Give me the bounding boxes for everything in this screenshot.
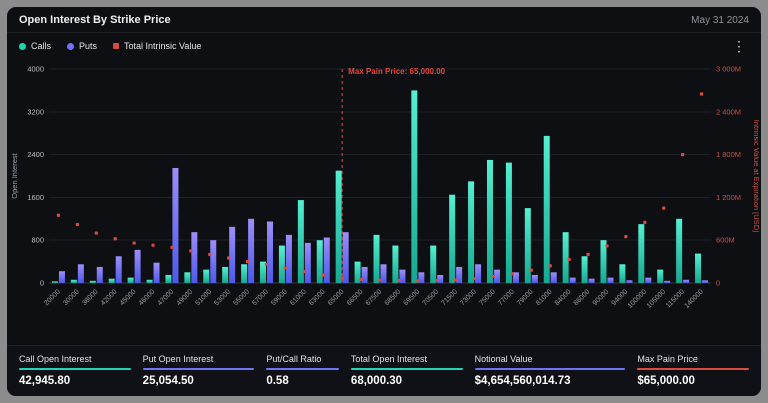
puts-bars bbox=[59, 168, 708, 283]
svg-text:84000: 84000 bbox=[554, 288, 573, 307]
svg-text:75000: 75000 bbox=[478, 288, 497, 307]
right-axis-title: Intrinsic Value at Expiration [USD] bbox=[752, 120, 759, 232]
svg-text:2400: 2400 bbox=[27, 150, 44, 159]
options-open-interest-card: Open Interest By Strike Price May 31 202… bbox=[7, 7, 761, 396]
legend-puts-label: Puts bbox=[79, 41, 97, 51]
svg-text:55000: 55000 bbox=[232, 288, 251, 307]
chart-title: Open Interest By Strike Price bbox=[19, 14, 171, 26]
stat-label: Total Open Interest bbox=[351, 354, 463, 364]
svg-text:69500: 69500 bbox=[403, 288, 422, 307]
stat-underline bbox=[266, 368, 339, 370]
svg-text:86000: 86000 bbox=[573, 288, 592, 307]
svg-text:81000: 81000 bbox=[535, 288, 554, 307]
stat-value: 42,945.80 bbox=[19, 375, 131, 387]
svg-text:800: 800 bbox=[31, 236, 44, 245]
stat-put-call-ratio: Put/Call Ratio 0.58 bbox=[266, 354, 339, 387]
stat-max-pain-price: Max Pain Price $65,000.00 bbox=[637, 354, 749, 387]
stat-underline bbox=[19, 368, 131, 370]
stat-label: Notional Value bbox=[475, 354, 626, 364]
stat-value: $65,000.00 bbox=[637, 375, 749, 387]
stat-label: Put/Call Ratio bbox=[266, 354, 339, 364]
legend-item-calls[interactable]: Calls bbox=[19, 41, 51, 51]
stat-notional-value: Notional Value $4,654,560,014.73 bbox=[475, 354, 626, 387]
stat-value: 0.58 bbox=[266, 375, 339, 387]
calls-bars bbox=[52, 90, 701, 283]
svg-text:38000: 38000 bbox=[81, 288, 100, 307]
stat-underline bbox=[637, 368, 749, 370]
stat-total-open-interest: Total Open Interest 68,000.30 bbox=[351, 354, 463, 387]
page-background: Open Interest By Strike Price May 31 202… bbox=[0, 0, 768, 403]
svg-text:57000: 57000 bbox=[251, 288, 270, 307]
stat-value: $4,654,560,014.73 bbox=[475, 375, 626, 387]
card-header: Open Interest By Strike Price May 31 202… bbox=[7, 7, 761, 33]
svg-text:1600: 1600 bbox=[27, 193, 44, 202]
svg-text:49000: 49000 bbox=[176, 288, 195, 307]
svg-text:51000: 51000 bbox=[194, 288, 213, 307]
svg-text:1 200M: 1 200M bbox=[716, 193, 741, 202]
chart-canvas: 0 0 800 600M 1600 1 200M 2400 1 800M 3200 2 400M 4… bbox=[9, 53, 759, 333]
intrinsic-value-color-dot-icon bbox=[113, 43, 119, 49]
svg-text:67500: 67500 bbox=[365, 288, 384, 307]
svg-text:2 400M: 2 400M bbox=[716, 107, 741, 116]
legend-item-intrinsic-value[interactable]: Total Intrinsic Value bbox=[113, 41, 201, 51]
left-axis-title: Open Interest bbox=[10, 152, 19, 198]
stat-label: Put Open Interest bbox=[143, 354, 255, 364]
stat-underline bbox=[351, 368, 463, 370]
x-axis-labels: 2000030000380004200045000460004700049000… bbox=[43, 288, 705, 310]
legend: Calls Puts Total Intrinsic Value bbox=[19, 41, 201, 51]
stat-value: 25,054.50 bbox=[143, 375, 255, 387]
stats-bar: Call Open Interest 42,945.80 Put Open In… bbox=[7, 345, 761, 396]
grid-lines: 0 0 800 600M 1600 1 200M 2400 1 800M 3200 2 400M 4… bbox=[27, 65, 741, 288]
svg-text:65000: 65000 bbox=[327, 288, 346, 307]
svg-text:0: 0 bbox=[40, 279, 44, 288]
stat-label: Max Pain Price bbox=[637, 354, 749, 364]
stat-call-open-interest: Call Open Interest 42,945.80 bbox=[19, 354, 131, 387]
stat-underline bbox=[475, 368, 626, 370]
svg-text:3200: 3200 bbox=[27, 107, 44, 116]
legend-calls-label: Calls bbox=[31, 41, 51, 51]
svg-text:79000: 79000 bbox=[516, 288, 535, 307]
svg-text:47000: 47000 bbox=[157, 288, 176, 307]
svg-text:115000: 115000 bbox=[665, 288, 686, 309]
legend-intrinsic-value-label: Total Intrinsic Value bbox=[124, 41, 201, 51]
svg-text:140000: 140000 bbox=[683, 288, 705, 310]
svg-text:68500: 68500 bbox=[384, 288, 403, 307]
expiry-date-label: May 31 2024 bbox=[691, 15, 749, 26]
svg-text:70500: 70500 bbox=[421, 288, 440, 307]
svg-text:77000: 77000 bbox=[497, 288, 516, 307]
svg-text:66500: 66500 bbox=[346, 288, 365, 307]
kebab-menu-icon[interactable]: ⋮ bbox=[729, 39, 749, 53]
svg-text:46000: 46000 bbox=[138, 288, 157, 307]
svg-text:42000: 42000 bbox=[100, 288, 119, 307]
svg-text:100000: 100000 bbox=[627, 288, 649, 310]
stat-put-open-interest: Put Open Interest 25,054.50 bbox=[143, 354, 255, 387]
svg-text:59000: 59000 bbox=[270, 288, 289, 307]
stat-value: 68,000.30 bbox=[351, 375, 463, 387]
svg-text:4000: 4000 bbox=[27, 65, 44, 74]
stat-label: Call Open Interest bbox=[19, 354, 131, 364]
puts-color-dot-icon bbox=[67, 43, 74, 50]
chart-area: 0 0 800 600M 1600 1 200M 2400 1 800M 3200 2 400M 4… bbox=[7, 53, 761, 338]
svg-text:20000: 20000 bbox=[43, 288, 62, 307]
stat-underline bbox=[143, 368, 255, 370]
svg-text:1 800M: 1 800M bbox=[716, 150, 741, 159]
svg-text:71500: 71500 bbox=[440, 288, 459, 307]
svg-text:63000: 63000 bbox=[308, 288, 327, 307]
calls-color-dot-icon bbox=[19, 43, 26, 50]
svg-text:0: 0 bbox=[716, 279, 720, 288]
max-pain-annotation: Max Pain Price: 65,000.00 bbox=[348, 67, 446, 76]
svg-text:45000: 45000 bbox=[119, 288, 138, 307]
legend-item-puts[interactable]: Puts bbox=[67, 41, 97, 51]
svg-text:600M: 600M bbox=[716, 236, 735, 245]
svg-text:90000: 90000 bbox=[592, 288, 611, 307]
svg-text:73000: 73000 bbox=[459, 288, 478, 307]
legend-row: Calls Puts Total Intrinsic Value ⋮ bbox=[7, 33, 761, 53]
svg-text:105000: 105000 bbox=[646, 288, 668, 310]
svg-text:3 000M: 3 000M bbox=[716, 65, 741, 74]
svg-text:30000: 30000 bbox=[62, 288, 81, 307]
svg-text:61000: 61000 bbox=[289, 288, 308, 307]
svg-text:53000: 53000 bbox=[213, 288, 232, 307]
